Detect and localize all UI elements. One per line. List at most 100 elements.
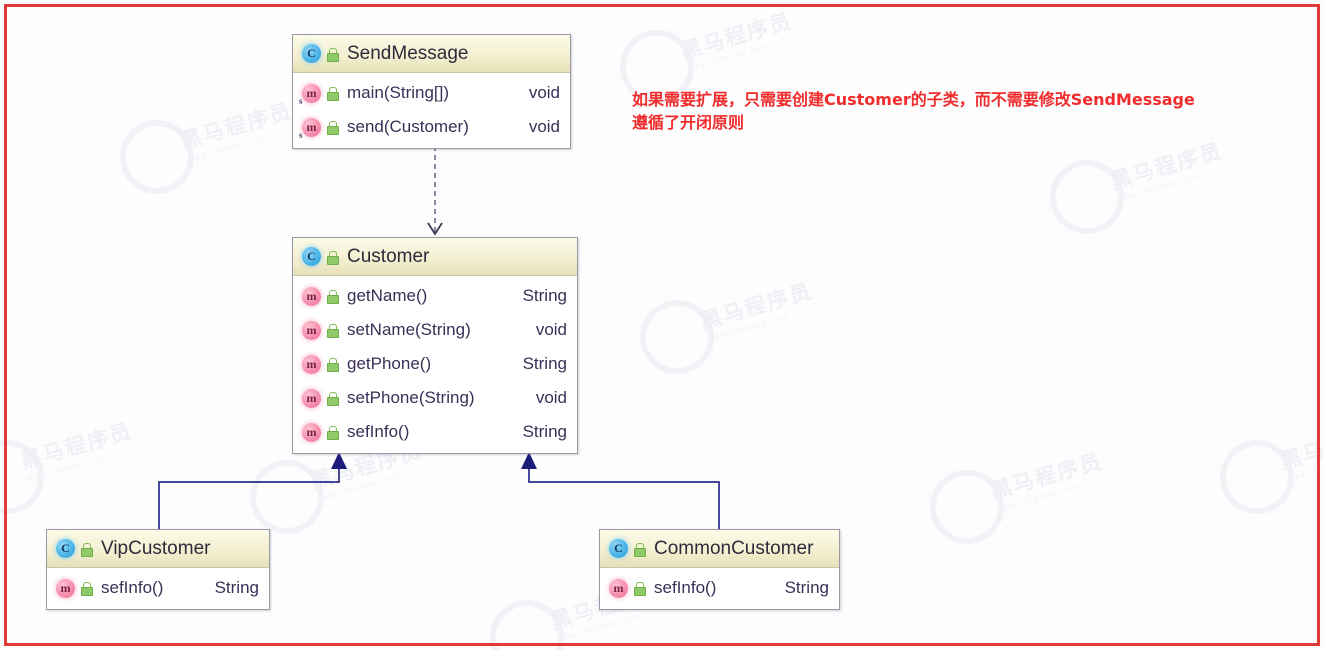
member-type: void	[528, 117, 560, 136]
method-glyph: m	[302, 422, 321, 442]
class-box-vipcustomer[interactable]: C VipCustomer m sefInfo() String	[46, 529, 270, 610]
member-row[interactable]: m sefInfo() String	[293, 415, 577, 449]
member-name: getName()	[347, 286, 428, 305]
watermark-sub: www.itheima.com	[1285, 451, 1324, 485]
annotation-line-2: 遵循了开闭原则	[632, 113, 745, 133]
dependency-arrow-sendmessage-customer	[427, 146, 443, 236]
class-members-commoncustomer: m sefInfo() String	[600, 568, 839, 609]
member-row[interactable]: m getPhone() String	[293, 347, 577, 381]
watermark-sub: www.itheima.com	[685, 41, 771, 75]
member-row[interactable]: m send(Customer) void	[293, 110, 570, 144]
class-icon: C	[56, 539, 93, 558]
method-glyph: m	[299, 83, 321, 106]
method-glyph: m	[302, 388, 321, 408]
watermark-sub: www.itheima.com	[185, 131, 271, 165]
class-name-customer: Customer	[347, 245, 430, 267]
class-glyph: C	[302, 44, 321, 63]
watermark-sub: www.itheima.com	[995, 481, 1081, 515]
method-glyph: m	[302, 320, 321, 340]
watermark-ring	[930, 470, 1004, 544]
watermark-label: 黑马程序员	[677, 8, 796, 64]
lock-icon	[327, 358, 339, 372]
lock-icon	[327, 392, 339, 406]
watermark-label: 黑马程序员	[1107, 138, 1226, 194]
inheritance-arrow-commoncustomer-customer	[521, 452, 720, 529]
watermark-text: 黑马程序员www.itheima.com	[1107, 135, 1228, 204]
member-type: String	[522, 422, 567, 441]
watermark-sub: www.itheima.com	[315, 471, 401, 505]
member-row[interactable]: m setPhone(String) void	[293, 381, 577, 415]
class-header-sendmessage: C SendMessage	[293, 35, 570, 73]
member-name: send(Customer)	[347, 117, 469, 136]
watermark-sub: www.itheima.com	[1115, 171, 1201, 205]
method-glyph: m	[302, 286, 321, 306]
lock-icon	[327, 324, 339, 338]
class-box-commoncustomer[interactable]: C CommonCustomer m sefInfo() String	[599, 529, 840, 610]
watermark-ring	[640, 300, 714, 374]
member-row[interactable]: m main(String[]) void	[293, 76, 570, 110]
watermark-label: 黑马程序员	[987, 448, 1106, 504]
watermark-text: 黑马程序员www.itheima.com	[987, 445, 1108, 514]
member-type: String	[784, 578, 829, 597]
method-icon: m	[609, 578, 646, 598]
watermark-text: 黑马程序员www.itheima.com	[17, 415, 138, 484]
class-icon: C	[302, 44, 339, 63]
class-glyph: C	[56, 539, 75, 558]
class-box-customer[interactable]: C Customer m getName() String m setName(…	[292, 237, 578, 454]
annotation-note: 如果需要扩展，只需要创建Customer的子类，而不需要修改SendMessag…	[632, 88, 1282, 134]
member-name: setName(String)	[347, 320, 471, 339]
method-icon: m	[302, 286, 339, 306]
method-glyph: m	[302, 354, 321, 374]
watermark-sub: www.itheima.com	[25, 451, 111, 485]
class-glyph: C	[609, 539, 628, 558]
member-name: main(String[])	[347, 83, 450, 102]
diagram-canvas: 黑马程序员 www.itheima.com 黑马程序员 www.itheima.co…	[0, 0, 1324, 650]
watermark-text: 黑马程序员www.itheima.com	[677, 5, 798, 74]
method-glyph: m	[56, 578, 75, 598]
watermark-ring	[0, 440, 44, 514]
inheritance-arrow-vipcustomer-customer	[158, 452, 347, 529]
method-icon: m	[302, 354, 339, 374]
class-name-vipcustomer: VipCustomer	[101, 537, 211, 559]
method-icon: m	[56, 578, 93, 598]
class-box-sendmessage[interactable]: C SendMessage m main(String[]) void m se…	[292, 34, 571, 149]
lock-icon	[327, 426, 339, 440]
class-name-commoncustomer: CommonCustomer	[654, 537, 814, 559]
lock-icon	[327, 290, 339, 304]
member-row[interactable]: m sefInfo() String	[47, 571, 269, 605]
class-members-vipcustomer: m sefInfo() String	[47, 568, 269, 609]
watermark-ring	[1220, 440, 1294, 514]
lock-icon	[327, 121, 339, 135]
member-row[interactable]: m getName() String	[293, 279, 577, 313]
member-row[interactable]: m sefInfo() String	[600, 571, 839, 605]
class-glyph: C	[302, 247, 321, 266]
member-name: sefInfo()	[347, 422, 410, 441]
watermark-ring	[250, 460, 324, 534]
member-type: void	[535, 388, 567, 407]
member-row[interactable]: m setName(String) void	[293, 313, 577, 347]
member-type: String	[522, 286, 567, 305]
class-header-vipcustomer: C VipCustomer	[47, 530, 269, 568]
class-icon: C	[609, 539, 646, 558]
class-members-sendmessage: m main(String[]) void m send(Customer) v…	[293, 73, 570, 148]
watermark-ring	[1050, 160, 1124, 234]
watermark-ring	[490, 600, 564, 650]
watermark-text: 黑马程序员www.itheima.com	[1277, 415, 1324, 484]
member-name: getPhone()	[347, 354, 432, 373]
static-method-icon: m	[299, 83, 339, 106]
watermark-text: 黑马程序员www.itheima.com	[697, 275, 818, 344]
member-type: String	[522, 354, 567, 373]
method-glyph: m	[609, 578, 628, 598]
member-name: setPhone(String)	[347, 388, 475, 407]
method-icon: m	[302, 320, 339, 340]
lock-icon	[327, 87, 339, 101]
class-name-sendmessage: SendMessage	[347, 42, 469, 64]
class-members-customer: m getName() String m setName(String) voi…	[293, 276, 577, 453]
member-type: void	[535, 320, 567, 339]
method-glyph: m	[299, 117, 321, 140]
lock-icon	[327, 47, 339, 62]
member-name: sefInfo()	[654, 578, 717, 597]
member-type: String	[214, 578, 259, 597]
lock-icon	[634, 582, 646, 596]
lock-icon	[327, 250, 339, 265]
